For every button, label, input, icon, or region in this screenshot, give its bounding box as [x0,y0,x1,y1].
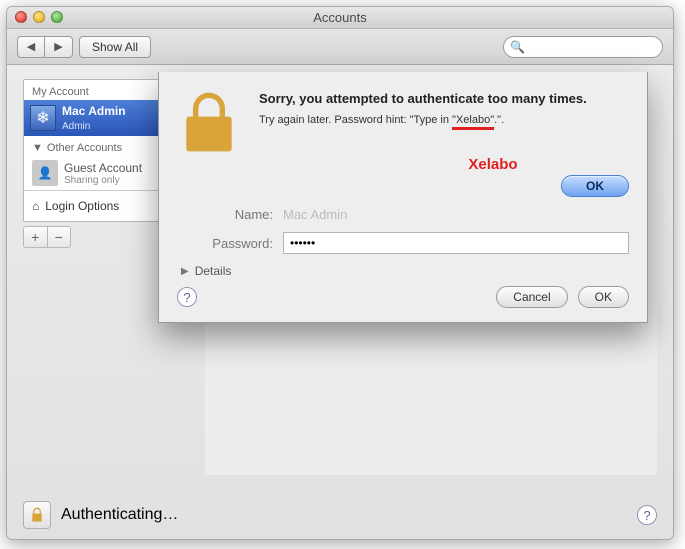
auth-error-sheet: Sorry, you attempted to authenticate too… [158,72,648,323]
remove-account-button[interactable]: − [47,227,71,247]
window-title: Accounts [7,7,673,29]
close-icon[interactable] [15,11,27,23]
details-disclosure[interactable]: ▶ Details [181,264,629,278]
minimize-icon[interactable] [33,11,45,23]
disclosure-triangle-icon: ▼ [32,142,43,154]
search-input[interactable] [529,40,663,54]
disclosure-triangle-icon: ▶ [181,266,189,277]
lock-icon [177,90,241,154]
toolbar: ◀ ▶ Show All 🔍 [7,29,673,65]
search-icon: 🔍 [510,40,525,54]
help-button[interactable]: ? [177,287,197,307]
ok-button[interactable]: OK [561,175,629,197]
error-heading: Sorry, you attempted to authenticate too… [259,90,629,108]
sidebar-item-name: Mac Admin [62,104,126,118]
sidebar-item-role: Admin [62,121,90,132]
back-button[interactable]: ◀ [17,36,45,58]
guest-avatar-icon: 👤 [32,160,58,186]
error-hint: Try again later. Password hint: "Type in… [259,114,629,126]
hint-word: "Xelabo" [452,114,494,130]
add-account-button[interactable]: + [24,227,47,247]
cancel-button[interactable]: Cancel [496,286,567,308]
house-icon: ⌂ [32,199,39,213]
footer: Authenticating… ? [23,501,657,529]
name-label: Name: [177,207,273,222]
ok-button-secondary[interactable]: OK [578,286,629,308]
lock-icon [29,507,45,523]
window-controls [15,11,63,23]
name-value: Mac Admin [283,207,347,222]
search-field[interactable]: 🔍 [503,36,663,58]
password-field[interactable] [283,232,629,254]
user-avatar-icon: ❄ [30,105,56,131]
add-remove-control: + − [23,226,71,248]
password-label: Password: [177,236,273,251]
forward-button[interactable]: ▶ [45,36,73,58]
zoom-icon[interactable] [51,11,63,23]
auth-status: Authenticating… [61,506,178,524]
titlebar: Accounts [7,7,673,29]
sidebar-item-role: Sharing only [64,175,142,186]
show-all-button[interactable]: Show All [79,36,151,58]
help-button[interactable]: ? [637,505,657,525]
sidebar-item-name: Guest Account [64,161,142,175]
annotation-text: Xelabo [357,156,629,173]
lock-button[interactable] [23,501,51,529]
